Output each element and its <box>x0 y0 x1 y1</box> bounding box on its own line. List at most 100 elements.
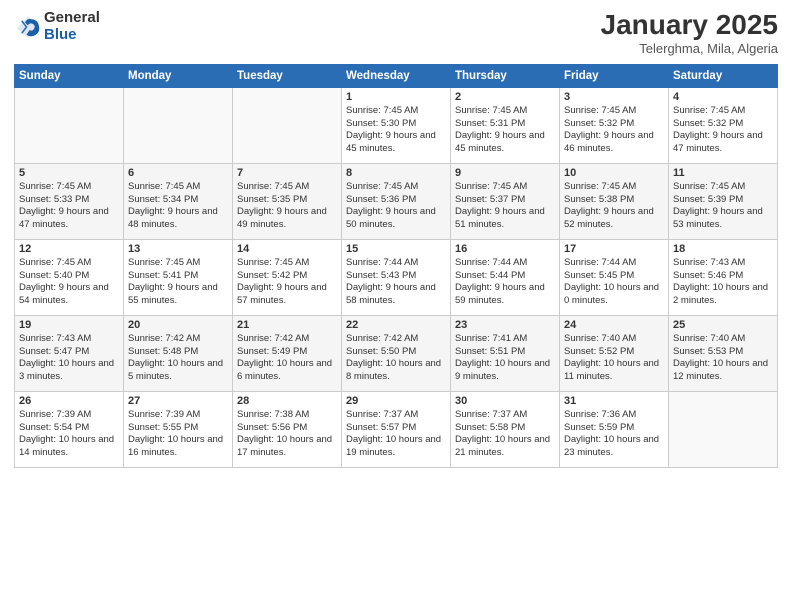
calendar-cell: 27Sunrise: 7:39 AMSunset: 5:55 PMDayligh… <box>124 391 233 467</box>
day-number: 24 <box>564 319 664 331</box>
calendar-cell: 31Sunrise: 7:36 AMSunset: 5:59 PMDayligh… <box>560 391 669 467</box>
day-info: Sunset: 5:42 PM <box>237 270 337 283</box>
day-info: Daylight: 10 hours and 0 minutes. <box>564 282 664 308</box>
header-day-monday: Monday <box>124 64 233 87</box>
day-info: Sunset: 5:32 PM <box>564 118 664 131</box>
calendar-cell: 15Sunrise: 7:44 AMSunset: 5:43 PMDayligh… <box>342 239 451 315</box>
calendar-cell: 7Sunrise: 7:45 AMSunset: 5:35 PMDaylight… <box>233 163 342 239</box>
day-info: Sunrise: 7:44 AM <box>455 257 555 270</box>
header-day-thursday: Thursday <box>451 64 560 87</box>
day-info: Daylight: 10 hours and 16 minutes. <box>128 434 228 460</box>
header-day-tuesday: Tuesday <box>233 64 342 87</box>
day-info: Sunrise: 7:40 AM <box>673 333 773 346</box>
day-info: Sunset: 5:50 PM <box>346 346 446 359</box>
day-info: Sunset: 5:36 PM <box>346 194 446 207</box>
day-number: 26 <box>19 395 119 407</box>
day-info: Daylight: 10 hours and 17 minutes. <box>237 434 337 460</box>
day-info: Daylight: 9 hours and 54 minutes. <box>19 282 119 308</box>
day-info: Sunrise: 7:43 AM <box>673 257 773 270</box>
day-number: 23 <box>455 319 555 331</box>
day-info: Daylight: 10 hours and 12 minutes. <box>673 358 773 384</box>
day-number: 20 <box>128 319 228 331</box>
day-info: Daylight: 10 hours and 11 minutes. <box>564 358 664 384</box>
day-number: 27 <box>128 395 228 407</box>
day-info: Sunset: 5:38 PM <box>564 194 664 207</box>
day-number: 16 <box>455 243 555 255</box>
day-info: Sunset: 5:58 PM <box>455 422 555 435</box>
header-day-friday: Friday <box>560 64 669 87</box>
day-info: Sunrise: 7:45 AM <box>455 105 555 118</box>
day-info: Sunset: 5:32 PM <box>673 118 773 131</box>
calendar-header: SundayMondayTuesdayWednesdayThursdayFrid… <box>15 64 778 87</box>
day-info: Sunset: 5:33 PM <box>19 194 119 207</box>
day-number: 19 <box>19 319 119 331</box>
logo: General Blue <box>14 10 100 43</box>
day-info: Sunrise: 7:45 AM <box>128 181 228 194</box>
header-day-sunday: Sunday <box>15 64 124 87</box>
day-info: Daylight: 10 hours and 6 minutes. <box>237 358 337 384</box>
day-info: Daylight: 9 hours and 58 minutes. <box>346 282 446 308</box>
day-info: Daylight: 10 hours and 8 minutes. <box>346 358 446 384</box>
day-info: Daylight: 9 hours and 46 minutes. <box>564 130 664 156</box>
day-number: 7 <box>237 167 337 179</box>
calendar-cell: 10Sunrise: 7:45 AMSunset: 5:38 PMDayligh… <box>560 163 669 239</box>
calendar-cell: 4Sunrise: 7:45 AMSunset: 5:32 PMDaylight… <box>669 87 778 163</box>
calendar-cell: 1Sunrise: 7:45 AMSunset: 5:30 PMDaylight… <box>342 87 451 163</box>
header-day-wednesday: Wednesday <box>342 64 451 87</box>
day-info: Sunrise: 7:38 AM <box>237 409 337 422</box>
calendar-cell: 28Sunrise: 7:38 AMSunset: 5:56 PMDayligh… <box>233 391 342 467</box>
day-info: Sunset: 5:31 PM <box>455 118 555 131</box>
day-info: Daylight: 9 hours and 59 minutes. <box>455 282 555 308</box>
week-row-4: 19Sunrise: 7:43 AMSunset: 5:47 PMDayligh… <box>15 315 778 391</box>
day-number: 1 <box>346 91 446 103</box>
calendar-body: 1Sunrise: 7:45 AMSunset: 5:30 PMDaylight… <box>15 87 778 467</box>
header: General Blue January 2025 Telerghma, Mil… <box>14 10 778 56</box>
calendar-table: SundayMondayTuesdayWednesdayThursdayFrid… <box>14 64 778 468</box>
calendar-cell: 30Sunrise: 7:37 AMSunset: 5:58 PMDayligh… <box>451 391 560 467</box>
day-info: Sunrise: 7:43 AM <box>19 333 119 346</box>
week-row-2: 5Sunrise: 7:45 AMSunset: 5:33 PMDaylight… <box>15 163 778 239</box>
day-info: Sunrise: 7:36 AM <box>564 409 664 422</box>
day-info: Sunrise: 7:45 AM <box>673 105 773 118</box>
day-info: Sunrise: 7:44 AM <box>346 257 446 270</box>
day-info: Daylight: 9 hours and 50 minutes. <box>346 206 446 232</box>
week-row-1: 1Sunrise: 7:45 AMSunset: 5:30 PMDaylight… <box>15 87 778 163</box>
day-info: Daylight: 10 hours and 9 minutes. <box>455 358 555 384</box>
calendar-cell <box>233 87 342 163</box>
calendar-cell: 24Sunrise: 7:40 AMSunset: 5:52 PMDayligh… <box>560 315 669 391</box>
day-info: Daylight: 9 hours and 47 minutes. <box>19 206 119 232</box>
calendar-cell: 6Sunrise: 7:45 AMSunset: 5:34 PMDaylight… <box>124 163 233 239</box>
day-info: Daylight: 9 hours and 47 minutes. <box>673 130 773 156</box>
calendar-cell: 8Sunrise: 7:45 AMSunset: 5:36 PMDaylight… <box>342 163 451 239</box>
day-info: Sunset: 5:53 PM <box>673 346 773 359</box>
calendar-cell: 18Sunrise: 7:43 AMSunset: 5:46 PMDayligh… <box>669 239 778 315</box>
day-number: 15 <box>346 243 446 255</box>
calendar-cell: 22Sunrise: 7:42 AMSunset: 5:50 PMDayligh… <box>342 315 451 391</box>
day-info: Sunrise: 7:39 AM <box>19 409 119 422</box>
day-info: Sunrise: 7:37 AM <box>455 409 555 422</box>
day-info: Sunrise: 7:44 AM <box>564 257 664 270</box>
calendar-cell: 16Sunrise: 7:44 AMSunset: 5:44 PMDayligh… <box>451 239 560 315</box>
day-info: Sunset: 5:35 PM <box>237 194 337 207</box>
day-info: Daylight: 9 hours and 45 minutes. <box>346 130 446 156</box>
day-info: Sunset: 5:59 PM <box>564 422 664 435</box>
calendar-cell: 23Sunrise: 7:41 AMSunset: 5:51 PMDayligh… <box>451 315 560 391</box>
day-number: 28 <box>237 395 337 407</box>
day-info: Sunrise: 7:45 AM <box>564 105 664 118</box>
calendar-cell: 5Sunrise: 7:45 AMSunset: 5:33 PMDaylight… <box>15 163 124 239</box>
day-number: 18 <box>673 243 773 255</box>
logo-text: General Blue <box>44 10 100 43</box>
day-info: Sunset: 5:30 PM <box>346 118 446 131</box>
day-info: Sunset: 5:54 PM <box>19 422 119 435</box>
day-number: 6 <box>128 167 228 179</box>
day-number: 2 <box>455 91 555 103</box>
calendar-title: January 2025 <box>601 10 778 41</box>
calendar-cell: 3Sunrise: 7:45 AMSunset: 5:32 PMDaylight… <box>560 87 669 163</box>
day-info: Daylight: 9 hours and 57 minutes. <box>237 282 337 308</box>
logo-general: General <box>44 10 100 27</box>
day-info: Sunset: 5:48 PM <box>128 346 228 359</box>
day-number: 11 <box>673 167 773 179</box>
calendar-subtitle: Telerghma, Mila, Algeria <box>601 41 778 56</box>
day-info: Daylight: 10 hours and 21 minutes. <box>455 434 555 460</box>
day-info: Daylight: 10 hours and 14 minutes. <box>19 434 119 460</box>
